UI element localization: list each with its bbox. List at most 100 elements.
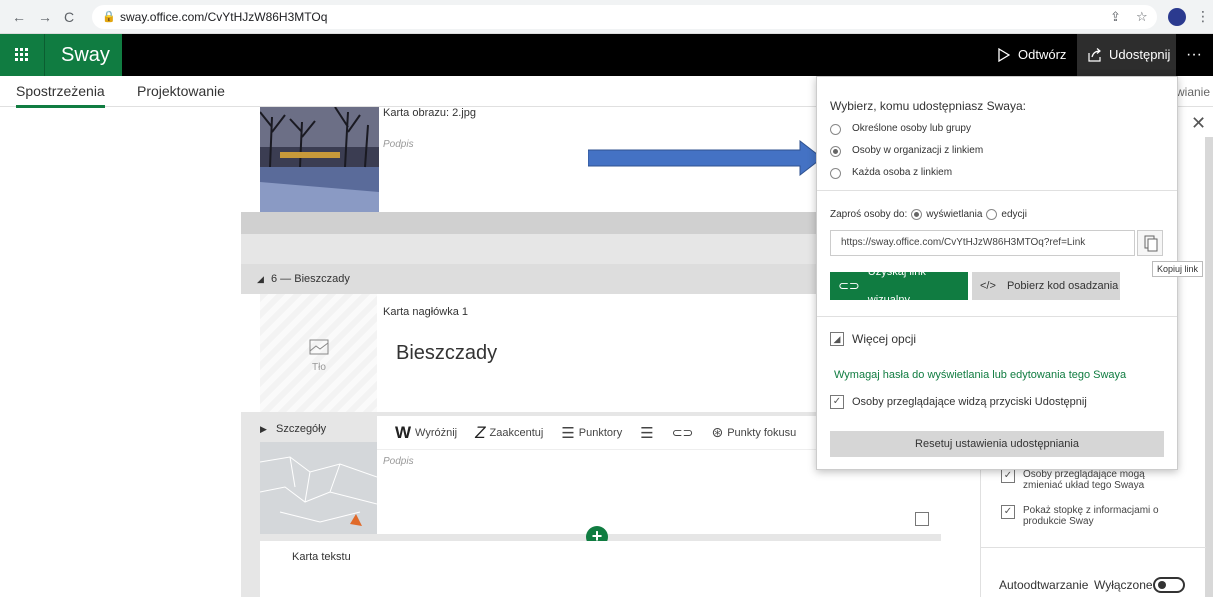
footer-checkbox[interactable]: ✓ xyxy=(1001,505,1015,519)
map-image[interactable] xyxy=(260,442,377,534)
focus-icon: ⊛ xyxy=(711,424,724,440)
invite-view-radio[interactable] xyxy=(911,209,923,220)
forward-icon[interactable]: → xyxy=(38,9,52,25)
focus-points-button[interactable]: ⊛ Punkty fokusu xyxy=(711,424,796,441)
url-text[interactable]: sway.office.com/CvYtHJzW86H3MTOq xyxy=(120,10,327,24)
more-options-toggle[interactable]: ◢ Więcej opcji xyxy=(830,332,916,346)
embed-code-icon: </> xyxy=(980,280,996,292)
heading-text[interactable]: Bieszczady xyxy=(396,342,497,365)
details-toggle[interactable]: ▶ Szczegóły xyxy=(260,417,377,442)
browser-toolbar: ← → C 🔒 sway.office.com/CvYtHJzW86H3MTOq… xyxy=(0,0,1213,34)
share-page-icon[interactable]: ⇪ xyxy=(1110,9,1121,25)
radio-specific-people[interactable] xyxy=(830,124,841,135)
panel-scrollbar[interactable] xyxy=(1205,137,1213,597)
map-graphic xyxy=(260,442,377,534)
bullets-button[interactable]: ☰ Punktory xyxy=(561,424,622,442)
address-bar[interactable]: 🔒 sway.office.com/CvYtHJzW86H3MTOq ⇪ ☆ xyxy=(92,5,1157,29)
text-card-label: Karta tekstu xyxy=(292,551,351,563)
app-name[interactable]: Sway xyxy=(44,34,122,76)
bold-w-icon: W xyxy=(395,422,412,442)
embed-code-button[interactable]: </> Pobierz kod osadzania xyxy=(972,272,1120,300)
link-button[interactable]: ⊂⊃ xyxy=(672,425,694,441)
option-anyone-link[interactable]: Każda osoba z linkiem xyxy=(852,167,952,178)
back-icon[interactable]: ← xyxy=(12,9,26,25)
tab-design[interactable]: Projektowanie xyxy=(137,83,225,99)
star-icon[interactable]: ☆ xyxy=(1136,9,1148,25)
image-thumbnail[interactable] xyxy=(260,107,379,212)
lock-icon: 🔒 xyxy=(102,11,116,23)
autoplay-label: Autoodtwarzanie xyxy=(999,578,1089,592)
share-buttons-label: Osoby przeglądające widzą przyciski Udos… xyxy=(852,396,1087,408)
invite-edit-radio[interactable] xyxy=(986,209,998,220)
app-launcher-button[interactable] xyxy=(0,34,44,76)
image-card-label: Karta obrazu: 2.jpg xyxy=(383,107,476,119)
italic-z-icon: Z xyxy=(475,422,486,442)
copy-icon xyxy=(1144,235,1158,252)
visual-link-button[interactable]: ⊂⊃ Uzyskaj link wizualny xyxy=(830,266,968,306)
share-buttons-option[interactable]: ✓ Osoby przeglądające widzą przyciski Ud… xyxy=(830,395,1087,409)
profile-avatar[interactable] xyxy=(1168,8,1186,26)
background-label: Tło xyxy=(312,362,326,373)
share-buttons-checkbox[interactable]: ✓ xyxy=(830,395,844,409)
change-layout-checkbox[interactable]: ✓ xyxy=(1001,469,1015,483)
option-footer[interactable]: ✓ Pokaż stopkę z informacjami o produkci… xyxy=(1001,505,1181,527)
heading-card-label: Karta nagłówka 1 xyxy=(383,306,468,318)
option-specific-people[interactable]: Określone osoby lub grupy xyxy=(852,123,971,134)
section-title: 6 — Bieszczady xyxy=(271,273,350,285)
more-options-label: Więcej opcji xyxy=(852,332,917,346)
radio-org-link[interactable] xyxy=(830,146,841,157)
waffle-icon xyxy=(15,48,28,61)
emphasize-label: Wyróżnij xyxy=(415,426,458,439)
require-password-link[interactable]: Wymagaj hasła do wyświetlania lub edytow… xyxy=(834,369,1126,381)
more-options-icon[interactable]: ··· xyxy=(1186,34,1202,76)
reset-sharing-button[interactable]: Resetuj ustawienia udostępniania xyxy=(830,431,1164,457)
accent-button[interactable]: Z Zaakcentuj xyxy=(475,423,543,443)
change-layout-label: Osoby przeglądające mogą zmieniać układ … xyxy=(1023,469,1145,491)
play-label: Odtwórz xyxy=(1018,47,1067,62)
collapse-icon[interactable]: ◢ xyxy=(257,264,264,294)
autoplay-toggle[interactable] xyxy=(1153,577,1185,593)
numbered-list-button[interactable]: ☰ xyxy=(640,424,653,442)
play-button[interactable]: Odtwórz xyxy=(990,34,1066,76)
visual-link-icon: ⊂⊃ xyxy=(838,278,860,293)
footer-label: Pokaż stopkę z informacjami o produkcie … xyxy=(1023,505,1159,527)
browser-menu-icon[interactable]: ⋮ xyxy=(1196,8,1210,25)
image-placeholder-icon xyxy=(309,339,329,355)
card-divider xyxy=(241,212,831,234)
option-org-link[interactable]: Osoby w organizacji z linkiem xyxy=(852,145,983,156)
invite-row: Zaproś osoby do: wyświetlania edycji xyxy=(830,209,1027,220)
text-card[interactable]: Karta tekstu xyxy=(260,541,941,597)
play-icon xyxy=(998,48,1010,62)
share-dialog-title: Wybierz, komu udostępniasz Swaya: xyxy=(830,99,1026,113)
share-label: Udostępnij xyxy=(1109,47,1171,62)
app-header: Sway Odtwórz Udostępnij ··· xyxy=(0,34,1213,76)
share-link-field[interactable]: https://sway.office.com/CvYtHJzW86H3MTOq… xyxy=(830,230,1135,256)
expand-icon: ▶ xyxy=(260,424,267,434)
tab-storyline[interactable]: Spostrzeżenia xyxy=(16,83,105,108)
option-change-layout[interactable]: ✓ Osoby przeglądające mogą zmieniać ukła… xyxy=(1001,469,1181,491)
invite-label: Zaproś osoby do: xyxy=(830,209,908,220)
background-placeholder[interactable]: Tło xyxy=(260,294,377,412)
close-icon[interactable]: ✕ xyxy=(1191,113,1206,134)
embed-code-label: Pobierz kod osadzania xyxy=(1006,280,1119,292)
invite-view-label[interactable]: wyświetlania xyxy=(926,209,982,220)
tab-partial[interactable]: wianie xyxy=(1176,85,1210,99)
visual-link-label: Uzyskaj link wizualny xyxy=(867,266,926,306)
autoplay-state: Wyłączone xyxy=(1094,578,1153,592)
emphasize-button[interactable]: W Wyróżnij xyxy=(395,423,457,443)
copy-link-button[interactable] xyxy=(1137,230,1163,256)
link-icon: ⊂⊃ xyxy=(671,424,694,440)
card-checkbox[interactable] xyxy=(915,512,929,526)
popup-divider xyxy=(817,190,1177,191)
annotation-arrow xyxy=(588,140,823,176)
invite-edit-label[interactable]: edycji xyxy=(1001,209,1027,220)
panel-divider xyxy=(981,547,1206,548)
reload-icon[interactable]: C xyxy=(64,9,74,25)
more-options-icon: ◢ xyxy=(830,332,844,346)
share-button[interactable]: Udostępnij xyxy=(1077,34,1176,76)
map-caption[interactable]: Podpis xyxy=(383,456,414,467)
bullet-list-icon: ☰ xyxy=(561,424,575,442)
radio-anyone-link[interactable] xyxy=(830,168,841,179)
image-caption[interactable]: Podpis xyxy=(383,139,414,150)
copy-link-tooltip: Kopiuj link xyxy=(1152,261,1204,277)
